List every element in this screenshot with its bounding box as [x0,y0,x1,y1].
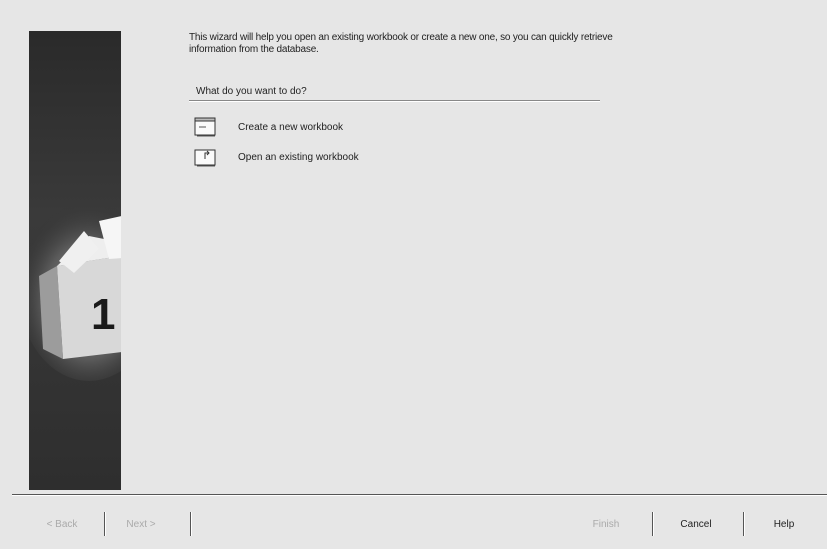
cancel-button[interactable]: Cancel [668,513,724,535]
button-separator [190,512,192,536]
next-button[interactable]: Next > [116,513,166,535]
button-separator [743,512,745,536]
option-label: Open an existing workbook [238,151,359,163]
finish-button[interactable]: Finish [583,513,629,535]
back-button[interactable]: < Back [38,513,86,535]
help-button[interactable]: Help [764,513,804,535]
question-divider [189,100,600,102]
option-create-new-workbook[interactable]: Create a new workbook [194,116,343,138]
open-workbook-icon [194,149,216,167]
button-separator [104,512,106,536]
option-label: Create a new workbook [238,121,344,133]
new-workbook-icon [194,117,216,137]
button-separator [652,512,654,536]
step-number: 1 [91,290,115,339]
wizard-dialog: 1 This wizard will help you open an exis… [0,0,827,549]
question-label: What do you want to do? [196,86,307,97]
option-open-existing-workbook[interactable]: Open an existing workbook [194,146,359,168]
button-bar-divider [12,494,827,496]
open-box-illustration: 1 [29,201,121,381]
wizard-banner: 1 [29,31,121,490]
intro-text: This wizard will help you open an existi… [189,32,613,55]
